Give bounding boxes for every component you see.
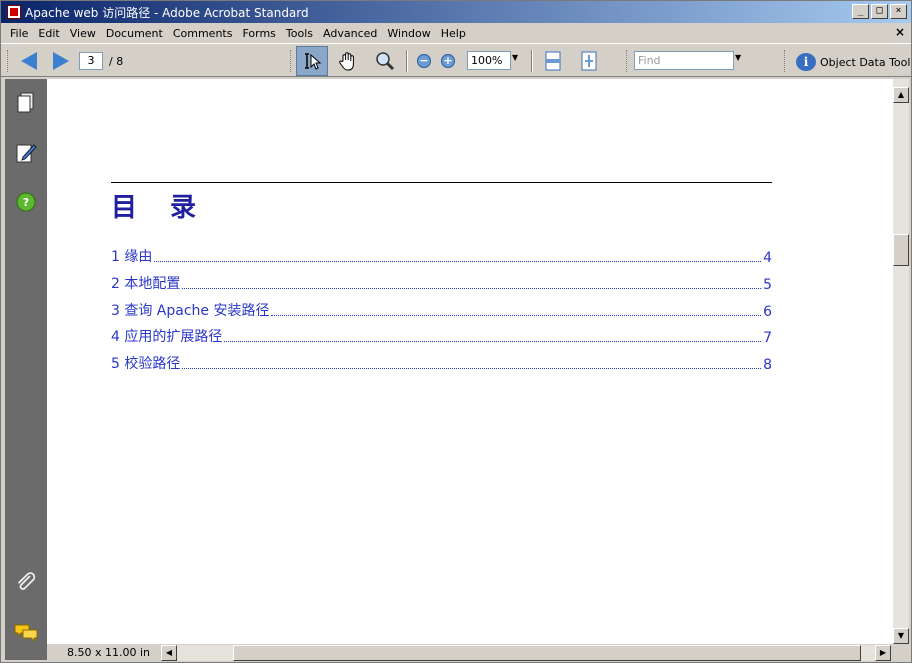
attachments-nav-button[interactable] (14, 570, 38, 594)
magnifier-icon (376, 52, 395, 71)
toc-entry[interactable]: 3 查询 Apache 安装路径 6 (111, 300, 772, 320)
vertical-scroll-thumb[interactable] (893, 234, 909, 266)
page-number-input[interactable]: 3 (79, 52, 103, 70)
info-icon: i (796, 53, 816, 71)
svg-text:?: ? (23, 196, 29, 209)
acrobat-window: Apache web 访问路径 - Adobe Acrobat Standard… (0, 0, 912, 663)
arrow-right-icon (53, 52, 69, 70)
toolbar-grip[interactable] (784, 50, 787, 72)
scroll-up-button[interactable]: ▲ (893, 87, 909, 103)
toc-entry-page: 5 (763, 277, 772, 293)
header-rule (111, 182, 772, 183)
menu-advanced[interactable]: Advanced (318, 27, 382, 40)
maximize-button[interactable]: □ (871, 4, 888, 19)
help-icon: ? (16, 192, 36, 212)
toc-entry-label: 1 缘由 (111, 249, 153, 265)
pages-nav-button[interactable] (14, 91, 38, 115)
toc-entry[interactable]: 4 应用的扩展路径 7 (111, 326, 772, 346)
comment-bubbles-icon (14, 624, 38, 643)
close-button[interactable]: × (890, 4, 907, 19)
scroll-down-button[interactable]: ▼ (893, 628, 909, 644)
pen-page-icon (16, 144, 37, 163)
toolbar-grip[interactable] (7, 50, 10, 72)
vertical-scrollbar[interactable]: ▲ ▼ (893, 79, 909, 644)
menu-window[interactable]: Window (382, 27, 435, 40)
zoom-level-input[interactable]: 100% (467, 51, 511, 70)
minimize-button[interactable]: _ (852, 4, 869, 19)
toc-entry[interactable]: 2 本地配置 5 (111, 273, 772, 293)
hand-tool-button[interactable] (334, 48, 362, 74)
fit-page-button[interactable] (577, 48, 601, 74)
document-page: 目 录 1 缘由 4 2 本地配置 5 3 查询 Apache 安装路径 6 4… (47, 79, 893, 644)
toc-entry-page: 6 (763, 304, 772, 320)
toc-leader-dots (182, 288, 762, 289)
fit-page-icon (581, 51, 597, 71)
toolbar-grip[interactable] (626, 50, 629, 72)
zoom-dropdown-icon[interactable]: ▼ (512, 53, 518, 62)
toc-entry-label: 2 本地配置 (111, 276, 181, 292)
zoom-in-button[interactable]: + (439, 48, 457, 74)
toolbar-grip[interactable] (290, 50, 293, 72)
document-close-button[interactable]: × (895, 25, 905, 39)
toolbar-separator (531, 50, 533, 72)
hand-icon (339, 52, 354, 71)
toc-leader-dots (154, 261, 762, 262)
navigation-panel: ? (5, 79, 47, 660)
window-controls: _ □ × (852, 4, 907, 19)
pages-icon (17, 92, 34, 113)
status-bar: 8.50 x 11.00 in ◀ ▶ (47, 644, 909, 662)
arrow-left-icon (21, 52, 37, 70)
toc-entry-label: 4 应用的扩展路径 (111, 329, 223, 345)
fit-width-button[interactable] (541, 48, 565, 74)
toc-title: 目 录 (111, 193, 209, 223)
scroll-right-button[interactable]: ▶ (875, 645, 891, 661)
acrobat-app-icon (7, 5, 21, 19)
menu-forms[interactable]: Forms (237, 27, 280, 40)
toolbar: 3 / 8 − + 100% ▼ Find ▼ i Object Data To… (1, 43, 911, 77)
menu-edit[interactable]: Edit (33, 27, 64, 40)
paperclip-icon (17, 572, 36, 590)
page-total: / 8 (109, 55, 124, 68)
select-tool-button[interactable] (296, 46, 328, 76)
help-nav-button[interactable]: ? (14, 190, 38, 214)
toc-entry-page: 4 (763, 250, 772, 266)
toc-entry-label: 5 校验路径 (111, 356, 181, 372)
horizontal-scroll-thumb[interactable] (233, 645, 861, 661)
toc-entry-page: 8 (763, 357, 772, 373)
signatures-nav-button[interactable] (14, 141, 38, 165)
toc-leader-dots (224, 341, 762, 342)
zoom-tool-button[interactable] (371, 48, 399, 74)
toc-entry[interactable]: 1 缘由 4 (111, 246, 772, 266)
next-page-button[interactable] (47, 48, 75, 74)
window-title: Apache web 访问路径 - Adobe Acrobat Standard (25, 5, 309, 20)
object-data-tool-label: Object Data Tool (820, 55, 911, 69)
page-size-label: 8.50 x 11.00 in (67, 646, 151, 659)
menu-document[interactable]: Document (101, 27, 168, 40)
title-bar: Apache web 访问路径 - Adobe Acrobat Standard… (1, 1, 911, 23)
menu-help[interactable]: Help (436, 27, 471, 40)
toc-leader-dots (182, 368, 762, 369)
menu-comments[interactable]: Comments (168, 27, 238, 40)
scroll-left-button[interactable]: ◀ (161, 645, 177, 661)
toc-entry-page: 7 (763, 330, 772, 346)
toc-leader-dots (271, 315, 762, 316)
zoom-out-button[interactable]: − (415, 48, 433, 74)
menu-view[interactable]: View (65, 27, 101, 40)
zoom-out-icon: − (417, 54, 431, 68)
toolbar-separator (406, 50, 408, 72)
object-data-tool-button[interactable]: i Object Data Tool (796, 53, 910, 71)
toc-entry-label: 3 查询 Apache 安装路径 (111, 303, 270, 319)
comments-nav-button[interactable] (14, 621, 38, 645)
menu-file[interactable]: File (5, 27, 33, 40)
menu-bar: File Edit View Document Comments Forms T… (1, 23, 911, 43)
fit-width-icon (545, 51, 561, 71)
find-dropdown-icon[interactable]: ▼ (735, 53, 741, 62)
zoom-in-icon: + (441, 54, 455, 68)
horizontal-scrollbar[interactable]: ◀ ▶ (161, 645, 891, 661)
menu-tools[interactable]: Tools (281, 27, 318, 40)
toc-entry[interactable]: 5 校验路径 8 (111, 353, 772, 373)
text-select-icon (305, 53, 322, 70)
previous-page-button[interactable] (15, 48, 43, 74)
find-input[interactable]: Find (634, 51, 734, 70)
